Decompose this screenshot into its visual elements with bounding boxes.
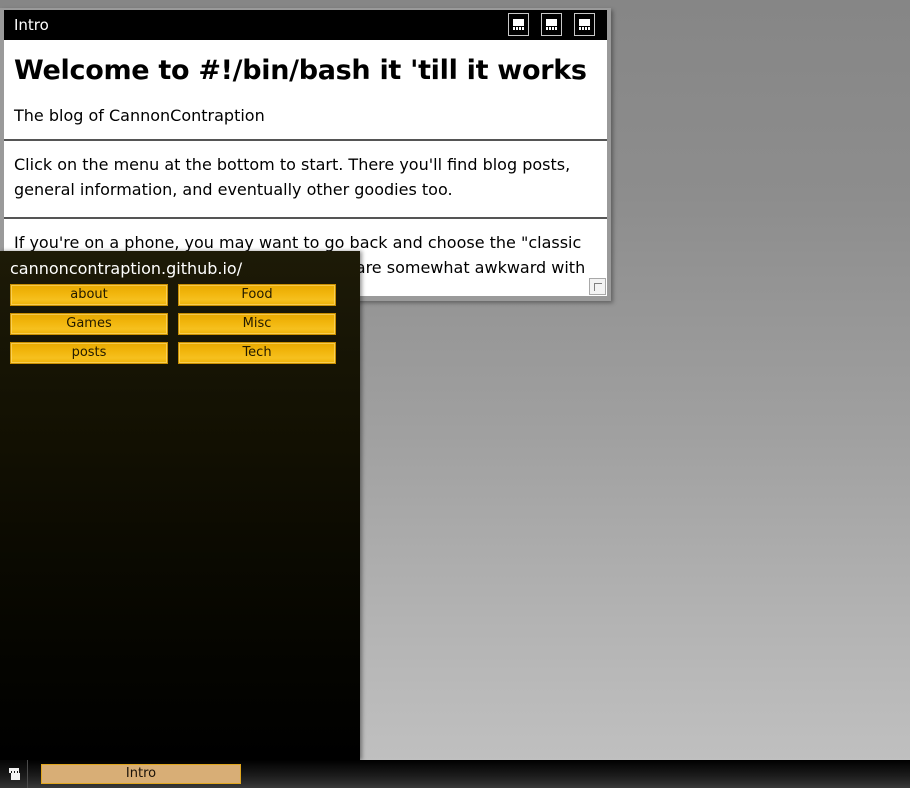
titlebar-button-group	[508, 13, 595, 36]
window-close-icon	[579, 19, 590, 30]
close-button[interactable]	[574, 13, 595, 36]
page-subtitle: The blog of CannonContraption	[14, 105, 265, 125]
menu-button-grid: about Food Games Misc posts Tech	[0, 284, 360, 364]
menu-url-label: cannoncontraption.github.io/	[10, 259, 243, 278]
menu-item-games[interactable]: Games	[10, 313, 168, 335]
application-window-icon	[8, 768, 20, 780]
menu-row: posts Tech	[10, 342, 350, 364]
menu-item-misc[interactable]: Misc	[178, 313, 336, 335]
taskbar-item-intro[interactable]: Intro	[41, 764, 241, 784]
taskbar-task-list: Intro	[28, 764, 241, 784]
window-minimize-icon	[513, 19, 524, 30]
menu-item-about[interactable]: about	[10, 284, 168, 306]
page-title: Welcome to #!/bin/bash it 'till it works	[14, 55, 587, 86]
menu-row: Games Misc	[10, 313, 350, 335]
menu-item-food[interactable]: Food	[178, 284, 336, 306]
page-header-block: Welcome to #!/bin/bash it 'till it works…	[4, 40, 607, 141]
window-title: Intro	[14, 16, 49, 34]
site-menu-panel: cannoncontraption.github.io/ about Food …	[0, 251, 360, 760]
taskbar: Intro	[0, 760, 910, 788]
menu-row: about Food	[10, 284, 350, 306]
minimize-button[interactable]	[508, 13, 529, 36]
paragraph-block-1: Click on the menu at the bottom to start…	[4, 141, 607, 219]
window-titlebar[interactable]: Intro	[4, 10, 607, 40]
window-maximize-icon	[546, 19, 557, 30]
window-resize-grip[interactable]	[589, 278, 606, 295]
maximize-button[interactable]	[541, 13, 562, 36]
menu-item-tech[interactable]: Tech	[178, 342, 336, 364]
taskbar-launcher-button[interactable]	[0, 760, 28, 788]
menu-item-posts[interactable]: posts	[10, 342, 168, 364]
paragraph-text: Click on the menu at the bottom to start…	[14, 154, 571, 199]
